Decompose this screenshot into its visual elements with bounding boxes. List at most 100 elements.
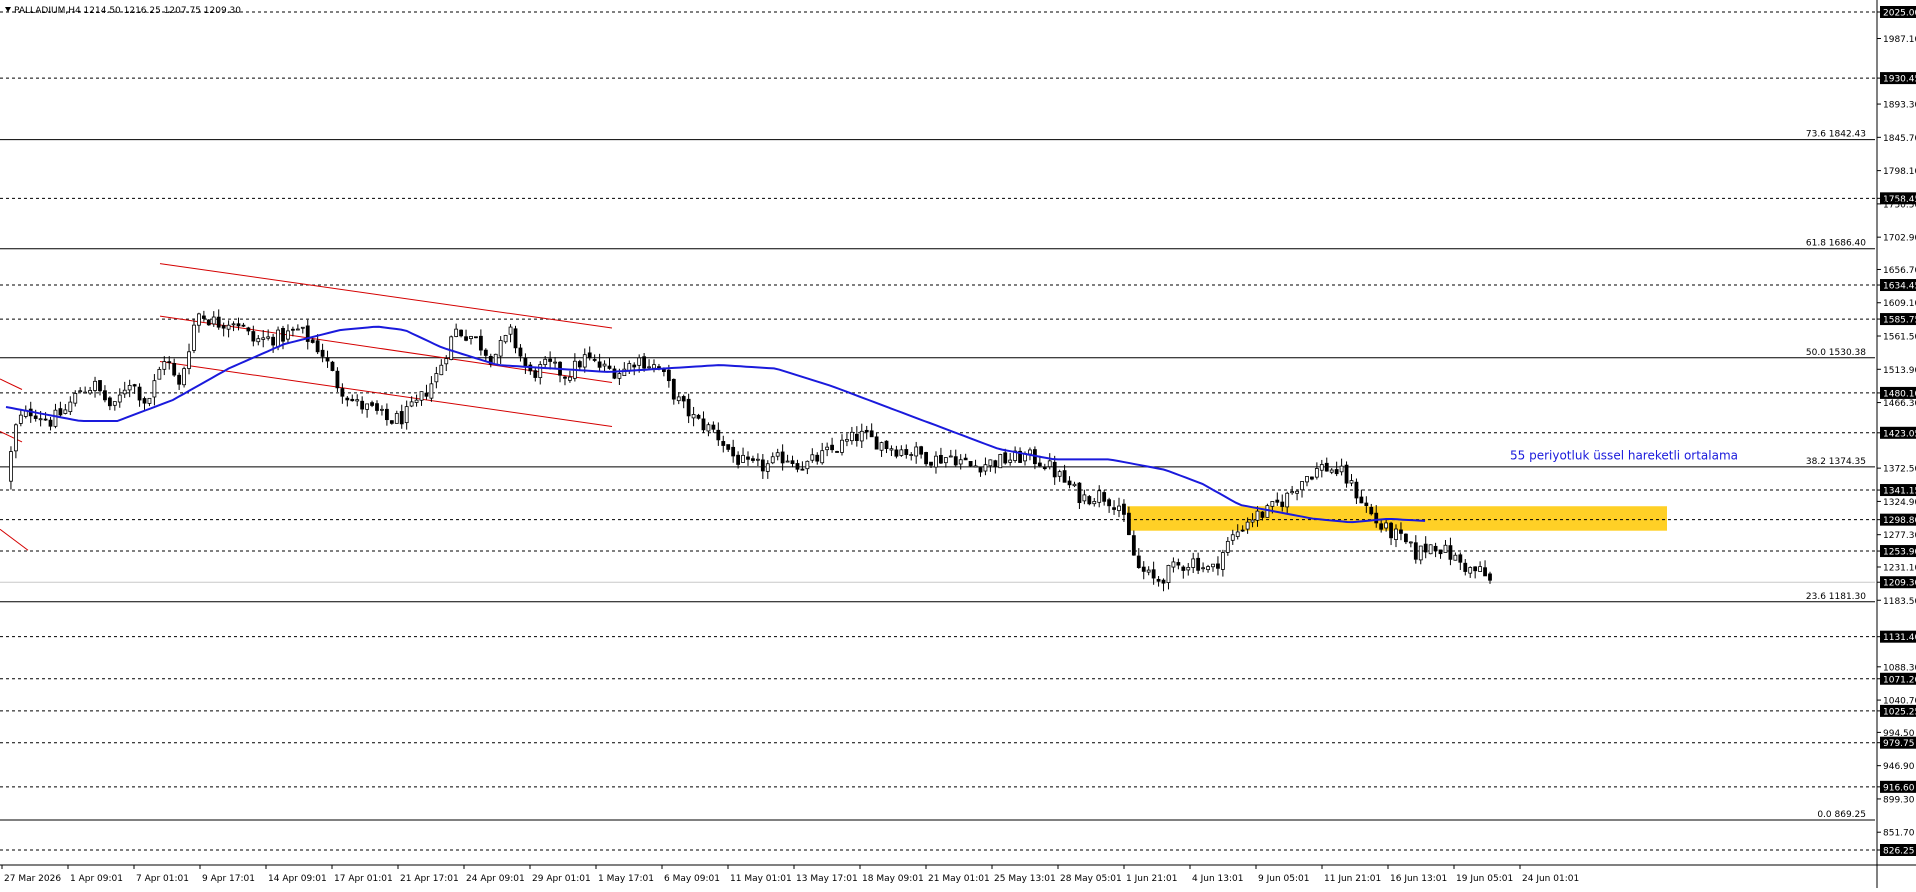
candle-body[interactable] bbox=[909, 454, 914, 456]
candle-body[interactable] bbox=[597, 361, 602, 368]
candle-body[interactable] bbox=[1448, 545, 1453, 560]
candle-body[interactable] bbox=[483, 349, 488, 356]
candle-body[interactable] bbox=[1156, 578, 1161, 582]
candle-body[interactable] bbox=[612, 368, 617, 379]
candle-body[interactable] bbox=[1364, 502, 1369, 507]
candle-body[interactable] bbox=[1037, 462, 1042, 467]
candle-body[interactable] bbox=[78, 390, 83, 393]
candle-body[interactable] bbox=[1394, 528, 1398, 540]
candle-body[interactable] bbox=[63, 409, 68, 414]
candle-body[interactable] bbox=[1196, 557, 1201, 571]
candle-body[interactable] bbox=[854, 433, 859, 441]
candle-body[interactable] bbox=[859, 430, 864, 442]
candle-body[interactable] bbox=[765, 463, 770, 472]
candle-body[interactable] bbox=[137, 386, 142, 401]
candle-body[interactable] bbox=[815, 454, 820, 462]
candle-body[interactable] bbox=[1235, 531, 1240, 537]
candle-body[interactable] bbox=[93, 380, 97, 391]
candle-body[interactable] bbox=[1418, 545, 1423, 561]
candle-body[interactable] bbox=[1458, 554, 1463, 563]
candle-body[interactable] bbox=[993, 460, 998, 468]
candle-body[interactable] bbox=[568, 376, 572, 381]
candle-body[interactable] bbox=[553, 361, 557, 364]
candle-body[interactable] bbox=[266, 336, 271, 339]
candle-body[interactable] bbox=[1225, 540, 1230, 553]
candle-body[interactable] bbox=[162, 361, 167, 370]
candle-body[interactable] bbox=[241, 324, 246, 327]
candle-body[interactable] bbox=[1324, 462, 1329, 472]
candle-body[interactable] bbox=[320, 349, 325, 357]
candle-body[interactable] bbox=[182, 368, 186, 386]
candle-body[interactable] bbox=[375, 403, 379, 411]
candle-body[interactable] bbox=[953, 456, 958, 466]
candle-body[interactable] bbox=[117, 394, 122, 403]
candle-body[interactable] bbox=[800, 468, 805, 471]
candle-body[interactable] bbox=[464, 336, 468, 341]
candle-body[interactable] bbox=[1359, 496, 1364, 504]
candle-body[interactable] bbox=[1146, 569, 1151, 573]
candle-body[interactable] bbox=[1028, 449, 1032, 455]
candle-body[interactable] bbox=[142, 398, 147, 404]
candle-body[interactable] bbox=[1473, 566, 1478, 572]
candle-body[interactable] bbox=[1408, 541, 1413, 544]
candle-body[interactable] bbox=[256, 338, 261, 343]
candle-body[interactable] bbox=[1260, 511, 1265, 518]
candle-body[interactable] bbox=[167, 361, 172, 364]
candle-body[interactable] bbox=[177, 374, 182, 385]
candle-body[interactable] bbox=[1290, 491, 1295, 494]
candle-body[interactable] bbox=[840, 439, 844, 453]
candle-body[interactable] bbox=[810, 454, 815, 461]
candle-body[interactable] bbox=[726, 444, 731, 450]
candle-body[interactable] bbox=[251, 331, 256, 342]
candle-body[interactable] bbox=[1329, 469, 1334, 473]
candle-body[interactable] bbox=[647, 366, 651, 369]
candle-body[interactable] bbox=[805, 460, 810, 470]
candle-body[interactable] bbox=[187, 351, 191, 369]
candle-body[interactable] bbox=[127, 385, 132, 391]
candle-body[interactable] bbox=[924, 452, 928, 465]
candle-body[interactable] bbox=[874, 436, 879, 450]
candle-body[interactable] bbox=[1067, 480, 1072, 486]
candle-body[interactable] bbox=[1404, 533, 1408, 543]
candle-body[interactable] bbox=[112, 401, 117, 406]
candle-body[interactable] bbox=[968, 461, 973, 467]
candle-body[interactable] bbox=[1389, 522, 1393, 539]
candle-body[interactable] bbox=[914, 446, 919, 457]
candle-body[interactable] bbox=[1374, 512, 1379, 524]
candle-body[interactable] bbox=[1117, 505, 1121, 511]
candle-body[interactable] bbox=[978, 467, 983, 473]
candle-body[interactable] bbox=[1092, 501, 1097, 505]
chart[interactable]: 2025.00 1987.10 1930.45 1893.30 1845.70 1798.… bbox=[0, 0, 1916, 888]
candle-body[interactable] bbox=[948, 455, 953, 458]
candle-body[interactable] bbox=[894, 449, 899, 457]
candle-body[interactable] bbox=[657, 366, 661, 369]
candle-body[interactable] bbox=[1488, 573, 1492, 581]
candle-body[interactable] bbox=[231, 323, 236, 326]
candle-body[interactable] bbox=[746, 456, 750, 460]
candle-body[interactable] bbox=[681, 396, 686, 402]
candle-body[interactable] bbox=[429, 383, 434, 399]
candle-body[interactable] bbox=[538, 364, 543, 378]
candle-body[interactable] bbox=[1339, 465, 1344, 473]
candle-body[interactable] bbox=[434, 373, 439, 383]
candle-body[interactable] bbox=[399, 411, 404, 425]
candle-body[interactable] bbox=[716, 429, 721, 441]
candle-body[interactable] bbox=[152, 380, 157, 398]
candle-body[interactable] bbox=[192, 324, 196, 351]
candle-body[interactable] bbox=[1186, 566, 1191, 571]
candle-body[interactable] bbox=[523, 357, 528, 367]
candle-body[interactable] bbox=[98, 380, 102, 392]
candle-body[interactable] bbox=[790, 460, 795, 464]
candle-body[interactable] bbox=[1181, 566, 1186, 571]
candle-body[interactable] bbox=[652, 364, 656, 369]
candle-body[interactable] bbox=[1107, 499, 1112, 507]
candle-body[interactable] bbox=[1097, 490, 1102, 503]
candle-body[interactable] bbox=[409, 401, 414, 407]
candle-body[interactable] bbox=[88, 390, 92, 394]
candle-body[interactable] bbox=[1131, 535, 1136, 556]
candle-body[interactable] bbox=[414, 399, 419, 403]
candle-body[interactable] bbox=[820, 450, 825, 464]
candle-body[interactable] bbox=[755, 458, 760, 461]
candle-body[interactable] bbox=[350, 398, 355, 402]
candle-body[interactable] bbox=[459, 329, 463, 337]
